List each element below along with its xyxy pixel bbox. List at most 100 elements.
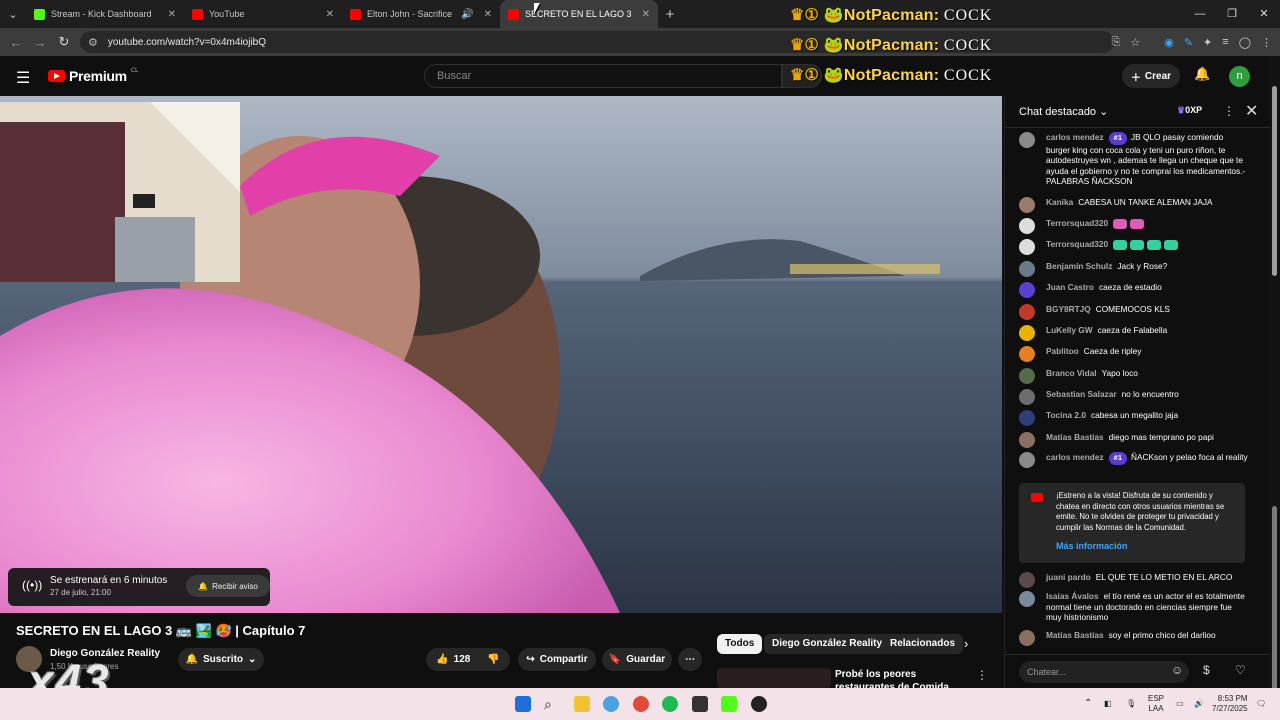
avatar[interactable] (1019, 452, 1035, 468)
language-indicator[interactable]: ESP LAA (1148, 688, 1164, 720)
close-window-icon[interactable]: ✕ (1248, 0, 1280, 28)
chat-author[interactable]: LuKelly GW (1046, 325, 1093, 335)
heart-icon[interactable]: ♡ (1235, 663, 1246, 677)
super-chat-icon[interactable]: $ (1203, 663, 1210, 677)
new-tab-button[interactable]: + (658, 6, 682, 23)
chip-related[interactable]: Relacionados (882, 634, 964, 654)
chat-author[interactable]: Isaías Ávalos (1046, 591, 1099, 601)
notify-me-button[interactable]: 🔔 Recibir aviso (186, 575, 270, 597)
notification-center-icon[interactable]: 🗨 (1256, 688, 1266, 720)
avatar[interactable] (1019, 432, 1035, 448)
volume-icon[interactable]: 🔊 (1194, 688, 1204, 720)
chat-mode-dropdown[interactable]: Chat destacado ⌄ (1019, 105, 1108, 118)
chat-author[interactable]: Benjamín Schulz (1046, 261, 1112, 271)
notifications-bell-icon[interactable]: 🔔 (1194, 66, 1210, 82)
obs-icon[interactable] (751, 696, 767, 712)
scrollbar-thumb[interactable] (1272, 86, 1277, 276)
chat-author[interactable]: Juan Castro (1046, 282, 1094, 292)
hamburger-menu-icon[interactable]: ☰ (16, 68, 30, 88)
subscribed-button[interactable]: 🔔 Suscrito ⌄ (178, 648, 264, 671)
close-icon[interactable]: ✕ (484, 9, 492, 20)
youtube-premium-logo[interactable]: Premium CL (48, 68, 138, 84)
more-dots-icon[interactable]: ⋮ (976, 668, 988, 682)
chat-author[interactable]: juani pardo (1046, 572, 1091, 582)
avatar[interactable] (1019, 346, 1035, 362)
chat-author[interactable]: Matías Bastías (1046, 432, 1104, 442)
kick-icon[interactable] (721, 696, 737, 712)
extension-icon[interactable]: ◉ (1164, 36, 1174, 49)
profile-icon[interactable]: ◯ (1239, 36, 1251, 49)
file-explorer-icon[interactable] (574, 696, 590, 712)
close-icon[interactable]: ✕ (168, 9, 176, 20)
extension-icon[interactable]: ✎ (1184, 36, 1193, 49)
avatar[interactable] (1019, 591, 1035, 607)
avatar[interactable] (1019, 282, 1035, 298)
page-scrollbar[interactable] (1270, 56, 1280, 696)
network-icon[interactable]: ▭ (1176, 688, 1184, 720)
chat-author[interactable]: Matías Bastías (1046, 630, 1104, 640)
tray-app-icon[interactable]: ◧ (1104, 688, 1112, 720)
xp-badge[interactable]: ♛0XP (1177, 105, 1202, 116)
minimize-icon[interactable]: — (1184, 0, 1216, 28)
close-chat-icon[interactable]: ✕ (1245, 101, 1258, 121)
create-button[interactable]: ＋ Crear (1122, 64, 1180, 88)
avatar[interactable] (1019, 410, 1035, 426)
chat-author[interactable]: Kanika (1046, 197, 1073, 207)
clock[interactable]: 8:53 PM 7/27/2025 (1212, 688, 1248, 720)
edge-icon[interactable] (603, 696, 619, 712)
chat-author[interactable]: Terrorsquad320 (1046, 218, 1108, 228)
chat-author[interactable]: carlos mendez (1046, 452, 1104, 462)
search-input[interactable]: Buscar (424, 64, 782, 88)
chat-input[interactable]: Chatear... (1019, 661, 1189, 683)
reload-icon[interactable]: ↻ (52, 34, 76, 50)
more-info-link[interactable]: Más información (1056, 541, 1128, 551)
emoji-icon[interactable]: ☺ (1171, 663, 1183, 677)
chat-author[interactable]: Terrorsquad320 (1046, 239, 1108, 249)
back-icon[interactable]: ← (4, 35, 28, 50)
install-icon[interactable]: ⎘ (1112, 36, 1121, 49)
chat-author[interactable]: Branco Vidal (1046, 368, 1097, 378)
speaker-icon[interactable]: 🔊 (461, 9, 473, 20)
avatar[interactable] (1019, 304, 1035, 320)
chat-author[interactable]: Tocina 2.0 (1046, 410, 1086, 420)
avatar[interactable] (1019, 218, 1035, 234)
scrollbar-thumb[interactable] (1272, 506, 1277, 696)
save-button[interactable]: 🔖 Guardar (602, 648, 672, 671)
avatar[interactable] (1019, 132, 1035, 148)
menu-dots-icon[interactable]: ⋮ (1261, 36, 1272, 49)
windows-start-icon[interactable] (515, 696, 531, 712)
chat-author[interactable]: BGY8RTJQ (1046, 304, 1091, 314)
forward-icon[interactable]: → (28, 35, 52, 50)
search-icon[interactable]: ⌕ (544, 696, 560, 712)
chat-author[interactable]: carlos mendez (1046, 132, 1104, 142)
more-dots-icon[interactable]: ⋮ (1223, 104, 1235, 118)
avatar[interactable] (1019, 261, 1035, 277)
avatar[interactable] (1019, 368, 1035, 384)
avatar[interactable] (1019, 630, 1035, 646)
more-actions-button[interactable]: ⋯ (678, 648, 702, 671)
tab-secreto-lago[interactable]: SECRETO EN EL LAGO 3 ✕ (500, 0, 658, 28)
tab-elton-john[interactable]: Elton John - Sacrifice - You 🔊 ✕ (342, 0, 500, 28)
chat-author[interactable]: Pablitoo (1046, 346, 1079, 356)
recommended-thumbnail[interactable] (717, 668, 831, 688)
share-button[interactable]: ↪ Compartir (518, 648, 596, 671)
avatar[interactable] (1019, 572, 1035, 588)
avatar[interactable] (1019, 197, 1035, 213)
terminal-icon[interactable] (692, 696, 708, 712)
chat-author[interactable]: Sebastian Salazar (1046, 389, 1117, 399)
dislike-icon[interactable]: 👎 (487, 654, 499, 665)
account-avatar[interactable]: n (1229, 66, 1250, 87)
puzzle-icon[interactable]: ✦ (1203, 36, 1212, 49)
tab-search-button[interactable]: ⌄ (0, 0, 26, 28)
avatar[interactable] (1019, 239, 1035, 255)
tab-youtube[interactable]: YouTube ✕ (184, 0, 342, 28)
close-icon[interactable]: ✕ (642, 9, 650, 20)
chrome-icon[interactable] (633, 696, 649, 712)
like-icon[interactable]: 👍 (436, 654, 448, 665)
microphone-icon[interactable]: 🎙 (1126, 688, 1136, 720)
bookmark-star-icon[interactable]: ☆ (1130, 36, 1140, 49)
chevron-up-icon[interactable]: ⌃ (1084, 688, 1092, 720)
chip-all[interactable]: Todos (717, 634, 763, 654)
restore-icon[interactable]: ❐ (1216, 0, 1248, 28)
media-control-icon[interactable]: ≡ (1222, 36, 1228, 48)
